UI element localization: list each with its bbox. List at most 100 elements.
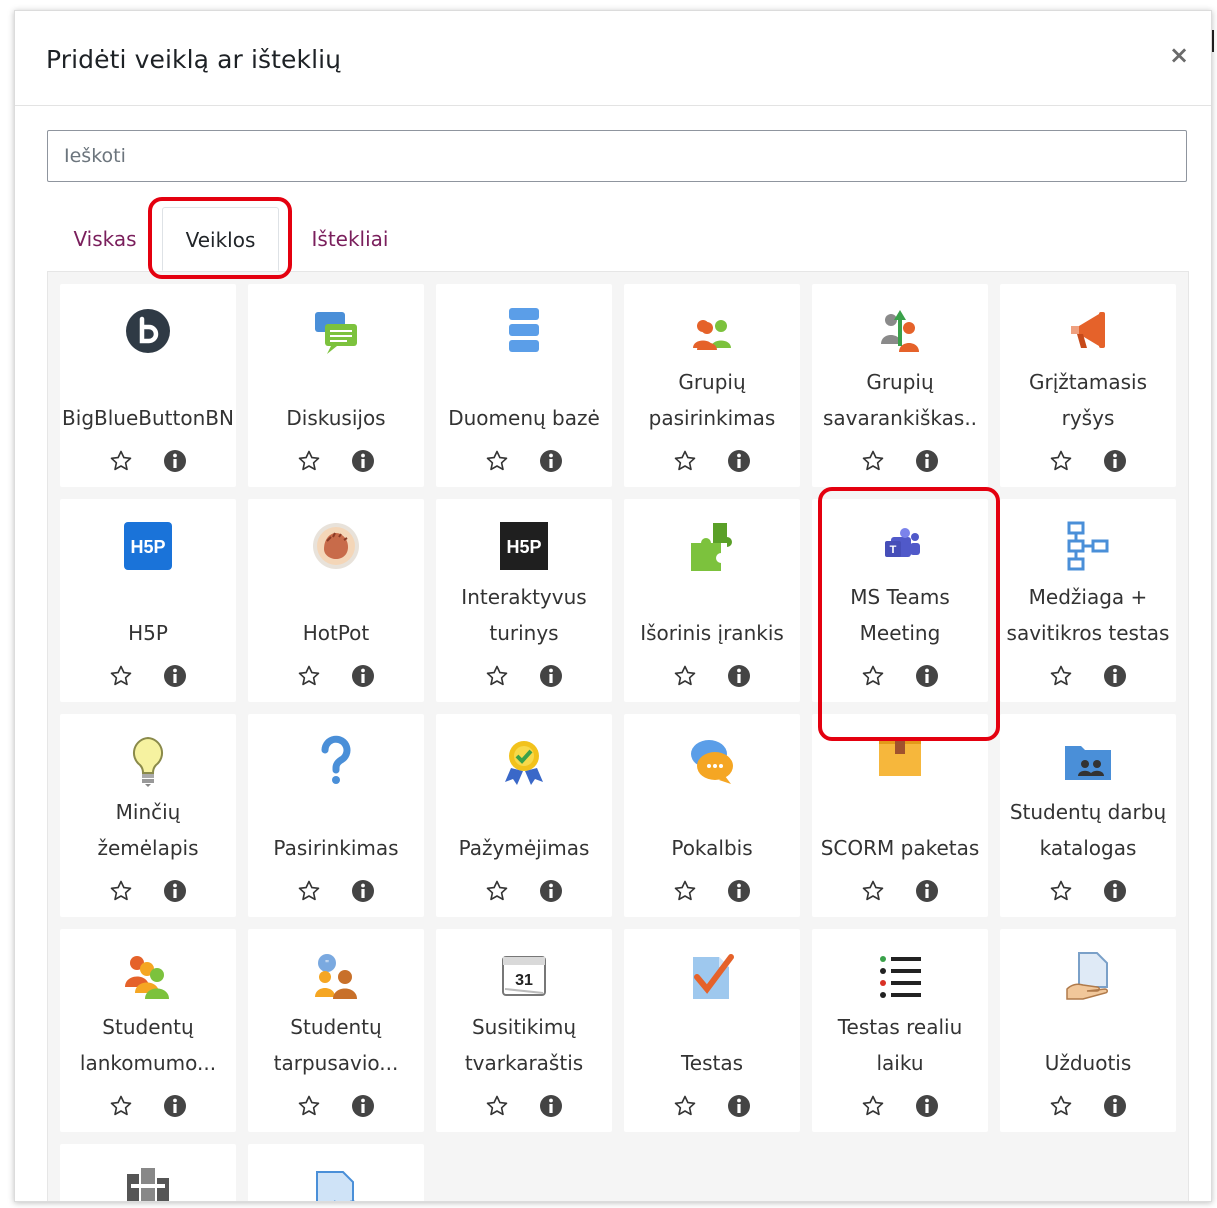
activity-card[interactable]: Diskusijos [248,284,424,487]
activity-actions [1000,661,1176,691]
activity-card[interactable]: Grupių savarankiškas.. [812,284,988,487]
info-icon[interactable] [1101,877,1129,905]
info-icon[interactable] [537,447,565,475]
star-icon[interactable] [483,662,511,690]
star-icon[interactable] [107,662,135,690]
star-icon[interactable] [107,447,135,475]
info-icon[interactable] [913,662,941,690]
info-icon[interactable] [161,877,189,905]
activity-actions [436,446,612,476]
puzzle-icon [685,519,739,573]
dialog-header: Pridėti veiklą ar išteklių × [15,11,1211,106]
activity-card[interactable]: Pažymėjimas [436,714,612,917]
h5p-icon: H5P [121,519,175,573]
info-icon[interactable] [1101,447,1129,475]
svg-text:H5P: H5P [506,537,541,557]
info-icon[interactable] [537,662,565,690]
activity-card[interactable]: Užduotis [1000,929,1176,1132]
activity-actions [624,876,800,906]
info-icon[interactable] [349,662,377,690]
activity-card[interactable]: BigBlueButtonBN [60,284,236,487]
info-icon[interactable] [349,1092,377,1120]
add-activity-dialog: Pridėti veiklą ar išteklių × Viskas Veik… [14,10,1212,1202]
folder-users-icon [1061,734,1115,788]
star-icon[interactable] [483,1092,511,1120]
svg-text:": " [325,959,329,970]
activity-card[interactable] [60,1144,236,1201]
activity-card[interactable]: Pasirinkimas [248,714,424,917]
star-icon[interactable] [1047,1092,1075,1120]
info-icon[interactable] [537,1092,565,1120]
activity-card[interactable]: T MS Teams Meeting [812,499,988,702]
info-icon[interactable] [725,662,753,690]
info-icon[interactable] [913,877,941,905]
info-icon[interactable] [349,447,377,475]
info-icon[interactable] [537,877,565,905]
tab-resources[interactable]: Ištekliai [305,207,395,271]
activity-card[interactable]: A→B [248,1144,424,1201]
star-icon[interactable] [107,1092,135,1120]
info-icon[interactable] [1101,1092,1129,1120]
star-icon[interactable] [1047,447,1075,475]
info-icon[interactable] [913,447,941,475]
star-icon[interactable] [671,447,699,475]
star-icon[interactable] [671,877,699,905]
activity-card[interactable]: Duomenų bazė [436,284,612,487]
star-icon[interactable] [107,877,135,905]
activity-card[interactable]: Testas [624,929,800,1132]
close-button[interactable]: × [1169,41,1189,69]
activity-card[interactable]: Pokalbis [624,714,800,917]
info-icon[interactable] [1101,662,1129,690]
info-icon[interactable] [161,447,189,475]
activity-card[interactable]: H5P Interaktyvus turinys [436,499,612,702]
activity-grid-container: BigBlueButtonBN Diskusijos Duomenų bazė Gru… [47,271,1189,1201]
activity-card[interactable]: Medžiaga + savitikros testas [1000,499,1176,702]
activity-card[interactable]: " Studentų tarpusavio... [248,929,424,1132]
activity-card[interactable]: H5P H5P [60,499,236,702]
activity-card[interactable]: Grupių pasirinkimas [624,284,800,487]
star-icon[interactable] [859,877,887,905]
activity-card[interactable]: SCORM paketas [812,714,988,917]
star-icon[interactable] [295,877,323,905]
star-icon[interactable] [859,447,887,475]
teams-icon: T [873,519,927,573]
star-icon[interactable] [295,447,323,475]
activity-card[interactable]: Grįžtamasis ryšys [1000,284,1176,487]
activity-actions [248,661,424,691]
info-icon[interactable] [913,1092,941,1120]
activity-card[interactable]: 31 Susitikimų tvarkaraštis [436,929,612,1132]
activity-label: Studentų darbų katalogas [1009,800,1167,860]
star-icon[interactable] [483,877,511,905]
star-icon[interactable] [859,662,887,690]
star-icon[interactable] [671,662,699,690]
activity-label: Pokalbis [671,836,753,860]
activity-card[interactable]: HotPot [248,499,424,702]
info-icon[interactable] [725,447,753,475]
info-icon[interactable] [725,877,753,905]
activity-card[interactable]: Išorinis įrankis [624,499,800,702]
activity-card[interactable]: Studentų lankomumo... [60,929,236,1132]
activity-actions [812,876,988,906]
activity-label: HotPot [302,621,370,645]
star-icon[interactable] [1047,877,1075,905]
tab-all[interactable]: Viskas [65,207,145,271]
search-input[interactable] [47,130,1187,182]
tab-activities[interactable]: Veiklos [162,207,279,271]
activity-card[interactable]: Minčių žemėlapis [60,714,236,917]
info-icon[interactable] [161,1092,189,1120]
activity-label: Pasirinkimas [273,836,399,860]
star-icon[interactable] [859,1092,887,1120]
activity-actions [60,446,236,476]
info-icon[interactable] [349,877,377,905]
star-icon[interactable] [295,662,323,690]
activity-card[interactable]: Testas realiu laiku [812,929,988,1132]
activity-label: SCORM paketas [820,836,980,860]
activity-card[interactable]: Studentų darbų katalogas [1000,714,1176,917]
star-icon[interactable] [295,1092,323,1120]
star-icon[interactable] [671,1092,699,1120]
activity-actions [60,661,236,691]
info-icon[interactable] [725,1092,753,1120]
star-icon[interactable] [1047,662,1075,690]
star-icon[interactable] [483,447,511,475]
info-icon[interactable] [161,662,189,690]
